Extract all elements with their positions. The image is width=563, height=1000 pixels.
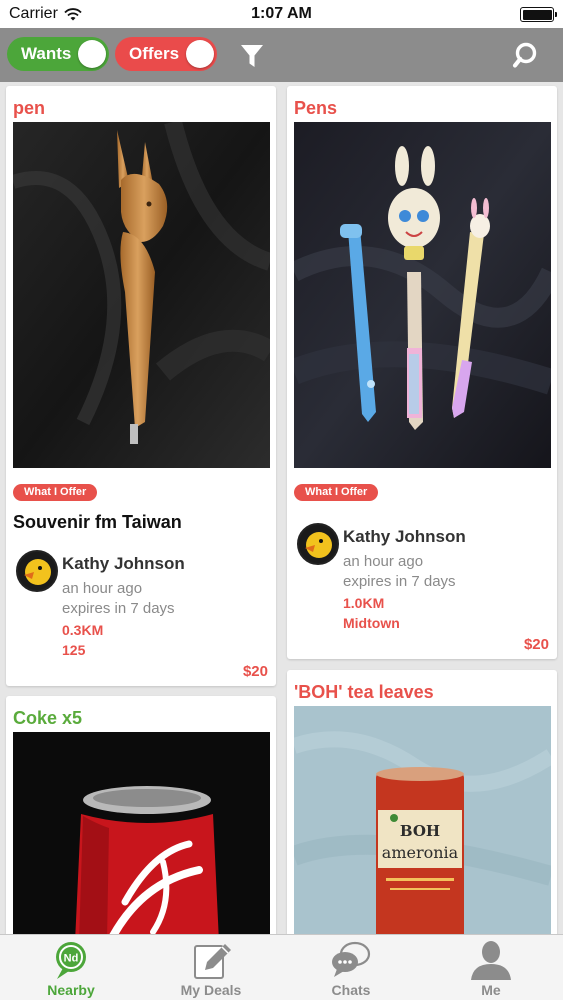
listing-title: Coke x5 bbox=[13, 708, 83, 728]
listing-photo bbox=[294, 122, 551, 468]
filter-icon[interactable] bbox=[240, 43, 264, 69]
nearby-icon-text: Nd bbox=[64, 953, 79, 965]
wants-toggle[interactable]: Wants bbox=[7, 37, 109, 71]
distance: 1.0KM bbox=[343, 595, 385, 611]
tab-nearby[interactable]: Nd Nearby bbox=[1, 935, 141, 1000]
location: Midtown bbox=[343, 615, 400, 631]
listing-card-pen[interactable]: pen What I Offer Souvenir fm Taiwan Kath… bbox=[6, 86, 276, 686]
listing-card-coke[interactable]: Coke x5 bbox=[6, 696, 276, 935]
tab-label: Nearby bbox=[47, 982, 95, 998]
can-product-text: ameronia bbox=[382, 843, 459, 862]
offers-toggle-label: Offers bbox=[129, 44, 180, 63]
listing-photo: BOH ameronia bbox=[294, 706, 551, 935]
listing-title: pen bbox=[13, 98, 46, 118]
listing-title: Pens bbox=[294, 98, 338, 118]
listing-card-boh-tea[interactable]: 'BOH' tea leaves BOH ameronia bbox=[287, 670, 557, 935]
avatar bbox=[297, 523, 339, 565]
status-time: 1:07 AM bbox=[251, 5, 312, 22]
me-icon bbox=[471, 941, 511, 980]
tab-label: My Deals bbox=[180, 982, 242, 998]
nearby-feed[interactable]: pen What I Offer Souvenir fm Taiwan Kath… bbox=[0, 82, 563, 935]
top-toolbar: Wants Offers bbox=[0, 28, 563, 82]
expires-label: expires in 7 days bbox=[343, 573, 456, 590]
can-brand-text: BOH bbox=[400, 822, 440, 840]
app-screen: Carrier 1:07 AM Wants Offers pen What I … bbox=[0, 0, 563, 1000]
wants-toggle-label: Wants bbox=[21, 44, 72, 63]
price: $20 bbox=[523, 636, 549, 653]
nearby-icon: Nd bbox=[56, 942, 86, 979]
posted-time: an hour ago bbox=[62, 580, 143, 597]
listing-photo bbox=[13, 732, 270, 935]
user-name[interactable]: Kathy Johnson bbox=[343, 527, 466, 547]
tab-chats[interactable]: Chats bbox=[281, 935, 421, 1000]
posted-time: an hour ago bbox=[343, 553, 424, 570]
tab-my-deals[interactable]: My Deals bbox=[141, 935, 281, 1000]
distance: 0.3KM bbox=[62, 622, 104, 638]
wants-toggle-knob bbox=[78, 40, 106, 68]
price: $20 bbox=[242, 663, 268, 680]
tab-label: Me bbox=[481, 982, 501, 998]
tab-me[interactable]: Me bbox=[421, 935, 561, 1000]
search-icon[interactable] bbox=[512, 42, 538, 68]
my-deals-icon bbox=[194, 944, 231, 979]
offers-toggle[interactable]: Offers bbox=[115, 37, 217, 71]
expires-label: expires in 7 days bbox=[62, 600, 175, 617]
user-name[interactable]: Kathy Johnson bbox=[62, 554, 185, 574]
listing-card-pens[interactable]: Pens What I Offer Kathy Johnson an hour … bbox=[287, 86, 557, 659]
status-bar: Carrier 1:07 AM bbox=[0, 0, 563, 28]
listing-title: 'BOH' tea leaves bbox=[294, 682, 434, 702]
what-i-offer-badge: What I Offer bbox=[294, 484, 379, 501]
location: 125 bbox=[62, 642, 86, 658]
offers-toggle-knob bbox=[186, 40, 214, 68]
avatar bbox=[16, 550, 58, 592]
tab-label: Chats bbox=[331, 982, 371, 998]
chats-icon bbox=[332, 941, 371, 977]
listing-photo bbox=[13, 122, 270, 468]
what-i-offer-badge: What I Offer bbox=[13, 484, 98, 501]
bottom-tab-bar: Nd Nearby My Deals Chats Me bbox=[0, 934, 563, 1000]
listing-subtitle: Souvenir fm Taiwan bbox=[13, 512, 182, 532]
battery-icon bbox=[520, 7, 557, 22]
